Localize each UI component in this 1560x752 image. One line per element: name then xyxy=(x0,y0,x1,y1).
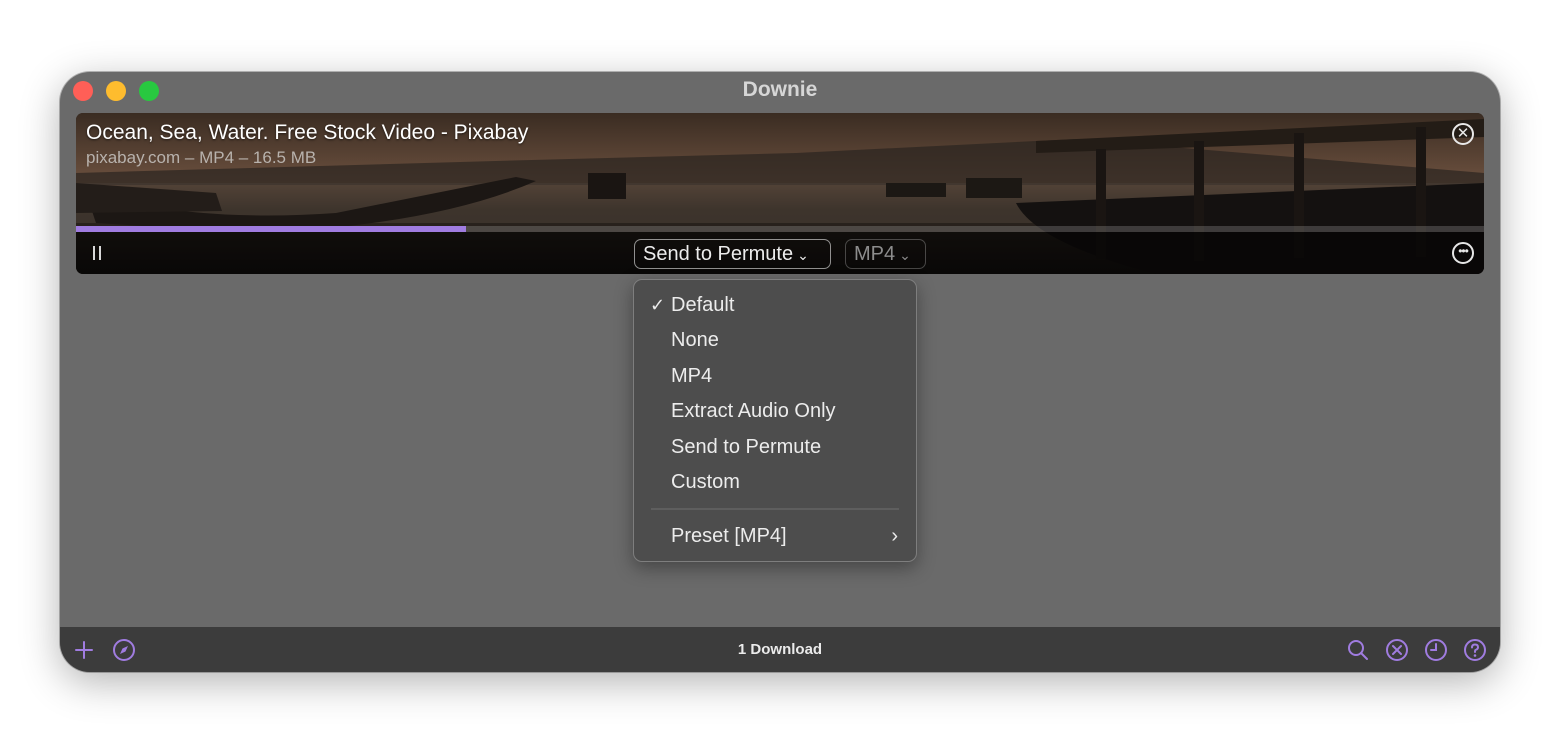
download-subtitle: pixabay.com – MP4 – 16.5 MB xyxy=(86,148,317,167)
format-label: MP4 xyxy=(854,243,896,265)
menu-item-mp4[interactable]: MP4 xyxy=(634,359,916,393)
download-title: Ocean, Sea, Water. Free Stock Video - Pi… xyxy=(86,121,529,144)
menu-item-custom[interactable]: Custom xyxy=(634,465,916,499)
menu-item-default[interactable]: ✓ Default xyxy=(634,288,916,322)
menu-item-label: Custom xyxy=(671,471,740,493)
chevron-down-icon: ⌄ xyxy=(797,247,809,263)
help-icon[interactable] xyxy=(1463,638,1487,662)
cancel-all-icon[interactable] xyxy=(1385,638,1409,662)
menu-item-label: Default xyxy=(671,294,735,316)
menu-separator xyxy=(651,508,899,510)
menu-item-extract-audio[interactable]: Extract Audio Only xyxy=(634,394,916,428)
pause-icon[interactable] xyxy=(93,246,101,260)
remove-download-icon[interactable]: ✕ xyxy=(1452,123,1474,145)
download-controls: Send to Permute ⌄ MP4 ⌄ ••• xyxy=(76,232,1484,274)
menu-item-send-to-permute[interactable]: Send to Permute xyxy=(634,430,916,464)
menu-item-label: Send to Permute xyxy=(671,436,822,458)
download-item[interactable]: Ocean, Sea, Water. Free Stock Video - Pi… xyxy=(76,113,1484,274)
window-title: Downie xyxy=(742,78,818,101)
checkmark-icon: ✓ xyxy=(650,295,666,315)
search-icon[interactable] xyxy=(1346,638,1370,662)
menu-item-label: Extract Audio Only xyxy=(671,400,836,422)
menu-item-preset-submenu[interactable]: Preset [MP4] › xyxy=(634,519,916,553)
chevron-right-icon: › xyxy=(891,525,898,547)
chevron-down-icon: ⌄ xyxy=(899,247,911,263)
menu-item-label: Preset [MP4] xyxy=(671,525,787,547)
titlebar: Downie xyxy=(60,72,1500,110)
download-count-status: 1 Download xyxy=(737,641,823,658)
format-popup[interactable]: MP4 ⌄ xyxy=(845,239,926,269)
menu-item-none[interactable]: None xyxy=(634,323,916,357)
menu-item-label: MP4 xyxy=(671,365,713,387)
postprocessing-popup[interactable]: Send to Permute ⌄ xyxy=(634,239,831,269)
bottom-toolbar: 1 Download xyxy=(60,627,1500,672)
history-clock-icon[interactable] xyxy=(1424,638,1448,662)
postprocessing-menu: ✓ Default None MP4 Extract Audio Only Se… xyxy=(633,279,917,562)
postprocessing-label: Send to Permute xyxy=(643,243,794,265)
more-options-icon[interactable]: ••• xyxy=(1452,242,1474,264)
menu-item-label: None xyxy=(671,329,719,351)
